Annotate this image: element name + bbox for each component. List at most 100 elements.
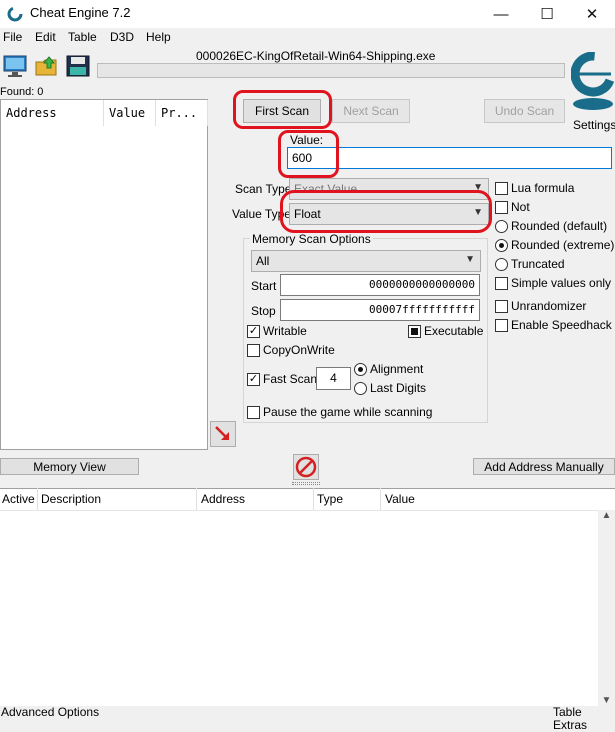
undo-scan-button[interactable]: Undo Scan bbox=[484, 99, 565, 123]
results-column-previous[interactable]: Pr... bbox=[156, 100, 208, 126]
results-column-value[interactable]: Value bbox=[104, 100, 156, 126]
executable-checkbox[interactable] bbox=[408, 325, 421, 338]
last-digits-label: Last Digits bbox=[370, 381, 427, 395]
computer-icon bbox=[3, 55, 27, 77]
address-list[interactable] bbox=[0, 488, 615, 706]
copy-on-write-label: CopyOnWrite bbox=[263, 343, 335, 357]
pause-game-label: Pause the game while scanning bbox=[263, 405, 433, 419]
results-column-address[interactable]: Address bbox=[1, 100, 104, 126]
advanced-options-link[interactable]: Advanced Options bbox=[1, 706, 99, 719]
rounded-extreme-radio[interactable] bbox=[495, 239, 508, 252]
simple-values-checkbox[interactable] bbox=[495, 277, 508, 290]
value-input[interactable]: 600 bbox=[287, 147, 612, 169]
memory-region-value: All bbox=[256, 254, 270, 268]
alignment-radio[interactable] bbox=[354, 363, 367, 376]
process-name: 000026EC-KingOfRetail-Win64-Shipping.exe bbox=[196, 49, 436, 63]
rounded-default-label: Rounded (default) bbox=[511, 219, 608, 233]
executable-label: Executable bbox=[424, 324, 484, 338]
address-column-active[interactable]: Active bbox=[2, 492, 35, 506]
scan-type-label: Scan Type bbox=[235, 182, 292, 196]
column-divider bbox=[37, 488, 38, 510]
chevron-down-icon: ▼ bbox=[473, 207, 483, 218]
address-column-description[interactable]: Description bbox=[41, 492, 101, 506]
open-process-button[interactable] bbox=[1, 52, 29, 80]
unrandomizer-checkbox[interactable] bbox=[495, 300, 508, 313]
address-column-value[interactable]: Value bbox=[385, 492, 415, 506]
column-divider bbox=[380, 488, 381, 510]
menu-help[interactable]: Help bbox=[146, 30, 171, 44]
menu-d3d[interactable]: D3D bbox=[110, 30, 134, 44]
value-type-select[interactable]: Float ▼ bbox=[289, 203, 489, 225]
rounded-default-radio[interactable] bbox=[495, 220, 508, 233]
fast-scan-checkbox[interactable]: ✓ bbox=[247, 373, 260, 386]
first-scan-button[interactable]: First Scan bbox=[243, 99, 321, 123]
close-button[interactable]: ✕ bbox=[569, 0, 615, 28]
truncated-label: Truncated bbox=[511, 257, 565, 271]
add-to-list-button[interactable] bbox=[210, 421, 236, 447]
writable-label: Writable bbox=[263, 324, 307, 338]
memory-scan-options-title: Memory Scan Options bbox=[250, 232, 373, 246]
scan-progress-bar bbox=[97, 63, 565, 78]
stop-label: Stop bbox=[251, 304, 276, 318]
lua-formula-checkbox[interactable] bbox=[495, 182, 508, 195]
table-extras-link[interactable]: Table Extras bbox=[553, 706, 615, 732]
address-list-header-border bbox=[0, 510, 615, 511]
no-entry-icon bbox=[295, 456, 317, 478]
scan-type-value: Exact Value bbox=[294, 182, 358, 196]
floppy-disk-icon bbox=[66, 55, 90, 77]
scan-results-list[interactable]: Address Value Pr... bbox=[0, 99, 208, 450]
splitter-handle[interactable] bbox=[292, 482, 320, 485]
memory-view-button[interactable]: Memory View bbox=[0, 458, 139, 475]
stop-scan-button[interactable] bbox=[293, 454, 319, 480]
address-column-address[interactable]: Address bbox=[201, 492, 245, 506]
fast-scan-value-input[interactable]: 4 bbox=[316, 367, 351, 390]
scan-type-select[interactable]: Exact Value ▼ bbox=[289, 178, 489, 200]
memory-region-select[interactable]: All ▼ bbox=[251, 250, 481, 272]
lua-formula-label: Lua formula bbox=[511, 181, 575, 195]
not-checkbox[interactable] bbox=[495, 201, 508, 214]
app-icon bbox=[7, 6, 23, 22]
scroll-up-arrow[interactable]: ▲ bbox=[598, 510, 615, 521]
unrandomizer-label: Unrandomizer bbox=[511, 299, 587, 313]
not-label: Not bbox=[511, 200, 530, 214]
arrow-down-right-icon bbox=[215, 426, 229, 440]
alignment-label: Alignment bbox=[370, 362, 424, 376]
next-scan-button[interactable]: Next Scan bbox=[332, 99, 410, 123]
writable-checkbox[interactable]: ✓ bbox=[247, 325, 260, 338]
pause-game-checkbox[interactable] bbox=[247, 406, 260, 419]
start-address-input[interactable]: 0000000000000000 bbox=[280, 274, 480, 296]
chevron-down-icon: ▼ bbox=[465, 254, 475, 265]
menu-file[interactable]: File bbox=[3, 30, 22, 44]
speedhack-checkbox[interactable] bbox=[495, 319, 508, 332]
simple-values-label: Simple values only bbox=[511, 276, 612, 290]
folder-icon bbox=[35, 56, 57, 76]
menu-edit[interactable]: Edit bbox=[35, 30, 56, 44]
last-digits-radio[interactable] bbox=[354, 382, 367, 395]
copy-on-write-checkbox[interactable] bbox=[247, 344, 260, 357]
maximize-button[interactable]: ☐ bbox=[524, 0, 570, 28]
speedhack-label: Enable Speedhack bbox=[511, 318, 612, 332]
chevron-down-icon: ▼ bbox=[473, 182, 483, 193]
add-address-manually-button[interactable]: Add Address Manually bbox=[473, 458, 615, 475]
menu-table[interactable]: Table bbox=[68, 30, 97, 44]
stop-address-input[interactable]: 00007fffffffffff bbox=[280, 299, 480, 321]
address-list-scrollbar[interactable]: ▲ ▼ bbox=[598, 510, 615, 706]
fast-scan-label: Fast Scan bbox=[263, 372, 318, 386]
scroll-down-arrow[interactable]: ▼ bbox=[598, 695, 615, 706]
value-type-value: Float bbox=[294, 207, 321, 221]
address-column-type[interactable]: Type bbox=[317, 492, 343, 506]
column-divider bbox=[313, 488, 314, 510]
cheat-engine-logo[interactable] bbox=[570, 51, 615, 120]
window-title: Cheat Engine 7.2 bbox=[30, 5, 131, 20]
minimize-button[interactable]: — bbox=[478, 0, 524, 28]
settings-link[interactable]: Settings bbox=[573, 118, 615, 132]
start-label: Start bbox=[251, 279, 277, 293]
column-divider bbox=[196, 488, 197, 510]
open-file-button[interactable] bbox=[33, 52, 61, 80]
save-button[interactable] bbox=[64, 52, 92, 80]
value-label: Value: bbox=[290, 133, 324, 147]
rounded-extreme-label: Rounded (extreme) bbox=[511, 238, 615, 252]
truncated-radio[interactable] bbox=[495, 258, 508, 271]
value-type-label: Value Type bbox=[232, 207, 291, 221]
found-count: Found: 0 bbox=[0, 86, 44, 98]
